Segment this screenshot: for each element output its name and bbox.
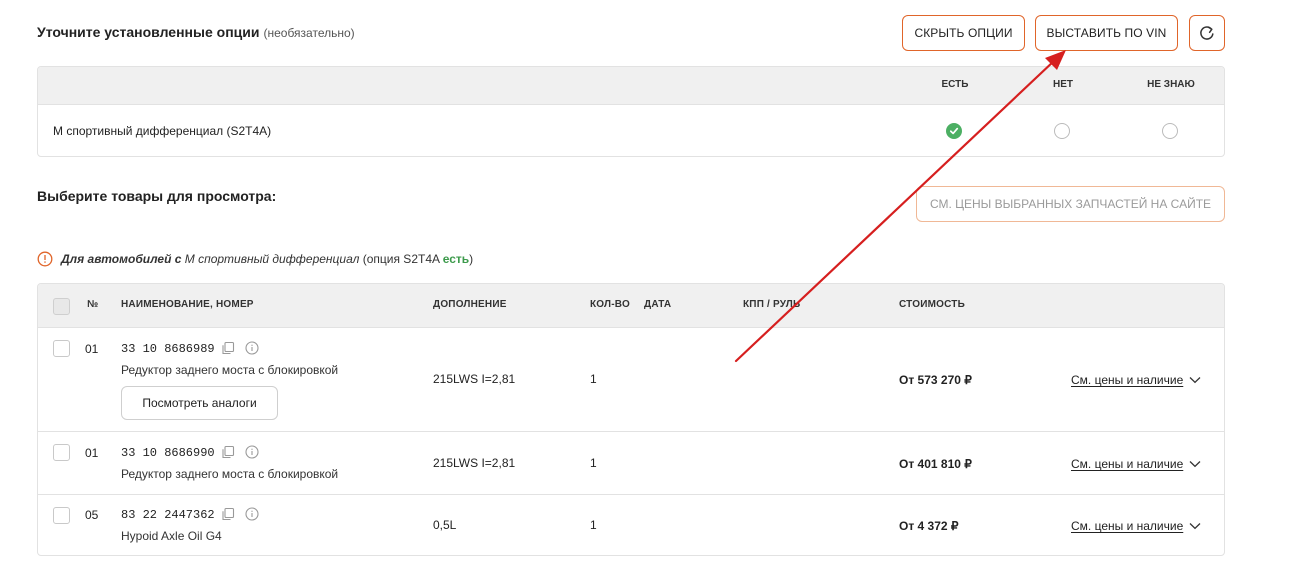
info-icon[interactable]: [245, 507, 259, 521]
note-close: ): [469, 252, 474, 266]
option-row-label: M спортивный дифференциал (S2T4A): [53, 124, 272, 138]
header-extra: ДОПОЛНЕНИЕ: [433, 299, 507, 310]
part-number: 33 10 8686989: [121, 342, 215, 356]
copy-icon[interactable]: [221, 341, 235, 355]
options-title: Уточните установленные опции (необязатель…: [37, 24, 355, 40]
chevron-down-icon: [1189, 377, 1201, 384]
table-row: 01 33 10 8686990 Редуктор заднего моста …: [38, 431, 1224, 494]
info-icon[interactable]: [245, 445, 259, 459]
see-prices-link-label: См. цены и наличие: [1071, 519, 1184, 533]
see-prices-link[interactable]: См. цены и наличие: [1071, 373, 1201, 387]
part-price: От 4 372 ₽: [899, 519, 959, 533]
table-row: 05 83 22 2447362 Hypoid Axle Oil G4 0,5L…: [38, 494, 1224, 555]
row-checkbox[interactable]: [53, 507, 70, 524]
options-table: ЕСТЬ НЕТ НЕ ЗНАЮ M спортивный дифференци…: [37, 66, 1225, 157]
see-prices-link-label: См. цены и наличие: [1071, 457, 1184, 471]
option-radio-no[interactable]: [1054, 123, 1070, 139]
part-price: От 401 810 ₽: [899, 457, 972, 471]
row-num: 01: [85, 446, 99, 460]
reset-button[interactable]: [1189, 15, 1225, 51]
options-title-note: (необязательно): [263, 26, 355, 40]
note-code: (опция S2T4A: [362, 252, 440, 266]
set-by-vin-button[interactable]: ВЫСТАВИТЬ ПО VIN: [1035, 15, 1178, 51]
option-col-unknown: НЕ ЗНАЮ: [1147, 79, 1195, 90]
header-price: СТОИМОСТЬ: [899, 299, 965, 310]
see-prices-link[interactable]: См. цены и наличие: [1071, 457, 1201, 471]
part-qty: 1: [590, 518, 597, 532]
chevron-down-icon: [1189, 461, 1201, 468]
options-table-header: ЕСТЬ НЕТ НЕ ЗНАЮ: [38, 67, 1224, 105]
row-checkbox[interactable]: [53, 340, 70, 357]
part-number: 83 22 2447362: [121, 508, 215, 522]
options-title-text: Уточните установленные опции: [37, 24, 260, 40]
option-col-yes: ЕСТЬ: [941, 79, 969, 90]
part-name: Hypoid Axle Oil G4: [121, 529, 222, 543]
table-row: 01 33 10 8686989 Редуктор заднего моста …: [38, 327, 1224, 431]
header-qty: КОЛ-ВО: [590, 299, 630, 310]
row-checkbox[interactable]: [53, 444, 70, 461]
part-name: Редуктор заднего моста с блокировкой: [121, 363, 339, 377]
part-extra: 215LWS I=2,81: [433, 456, 516, 470]
part-price: От 573 270 ₽: [899, 373, 972, 387]
parts-table-header: № НАИМЕНОВАНИЕ, НОМЕР ДОПОЛНЕНИЕ КОЛ-ВО …: [38, 284, 1224, 327]
part-number: 33 10 8686990: [121, 446, 215, 460]
row-num: 05: [85, 508, 99, 522]
select-all-checkbox[interactable]: [53, 298, 70, 315]
refresh-icon: [1200, 26, 1214, 40]
header-num: №: [87, 299, 99, 310]
header-name: НАИМЕНОВАНИЕ, НОМЕР: [121, 299, 254, 310]
option-col-no: НЕТ: [1053, 79, 1073, 90]
note-status: есть: [442, 252, 470, 266]
see-prices-link[interactable]: См. цены и наличие: [1071, 519, 1201, 533]
chevron-down-icon: [1189, 523, 1201, 530]
info-icon[interactable]: [245, 341, 259, 355]
part-qty: 1: [590, 372, 597, 386]
products-title: Выберите товары для просмотра:: [37, 188, 277, 204]
option-note: Для автомобилей с M спортивный дифференц…: [37, 251, 473, 267]
view-analogs-button[interactable]: Посмотреть аналоги: [121, 386, 278, 420]
see-selected-prices-button[interactable]: СМ. ЦЕНЫ ВЫБРАННЫХ ЗАПЧАСТЕЙ НА САЙТЕ: [916, 186, 1225, 222]
option-radio-unknown[interactable]: [1162, 123, 1178, 139]
copy-icon[interactable]: [221, 507, 235, 521]
option-radio-yes[interactable]: [946, 123, 962, 139]
note-option: M спортивный дифференциал: [184, 252, 360, 266]
see-prices-link-label: См. цены и наличие: [1071, 373, 1184, 387]
part-extra: 0,5L: [433, 518, 457, 532]
header-gearbox: КПП / РУЛЬ: [743, 299, 801, 310]
part-qty: 1: [590, 456, 597, 470]
part-name: Редуктор заднего моста с блокировкой: [121, 467, 339, 481]
parts-table: № НАИМЕНОВАНИЕ, НОМЕР ДОПОЛНЕНИЕ КОЛ-ВО …: [37, 283, 1225, 556]
check-icon: [949, 127, 959, 135]
part-extra: 215LWS I=2,81: [433, 372, 516, 386]
copy-icon[interactable]: [221, 445, 235, 459]
header-date: ДАТА: [644, 299, 672, 310]
info-circle-icon: [37, 251, 53, 267]
hide-options-button[interactable]: СКРЫТЬ ОПЦИИ: [902, 15, 1025, 51]
note-prefix: Для автомобилей с: [61, 252, 182, 266]
row-num: 01: [85, 342, 99, 356]
